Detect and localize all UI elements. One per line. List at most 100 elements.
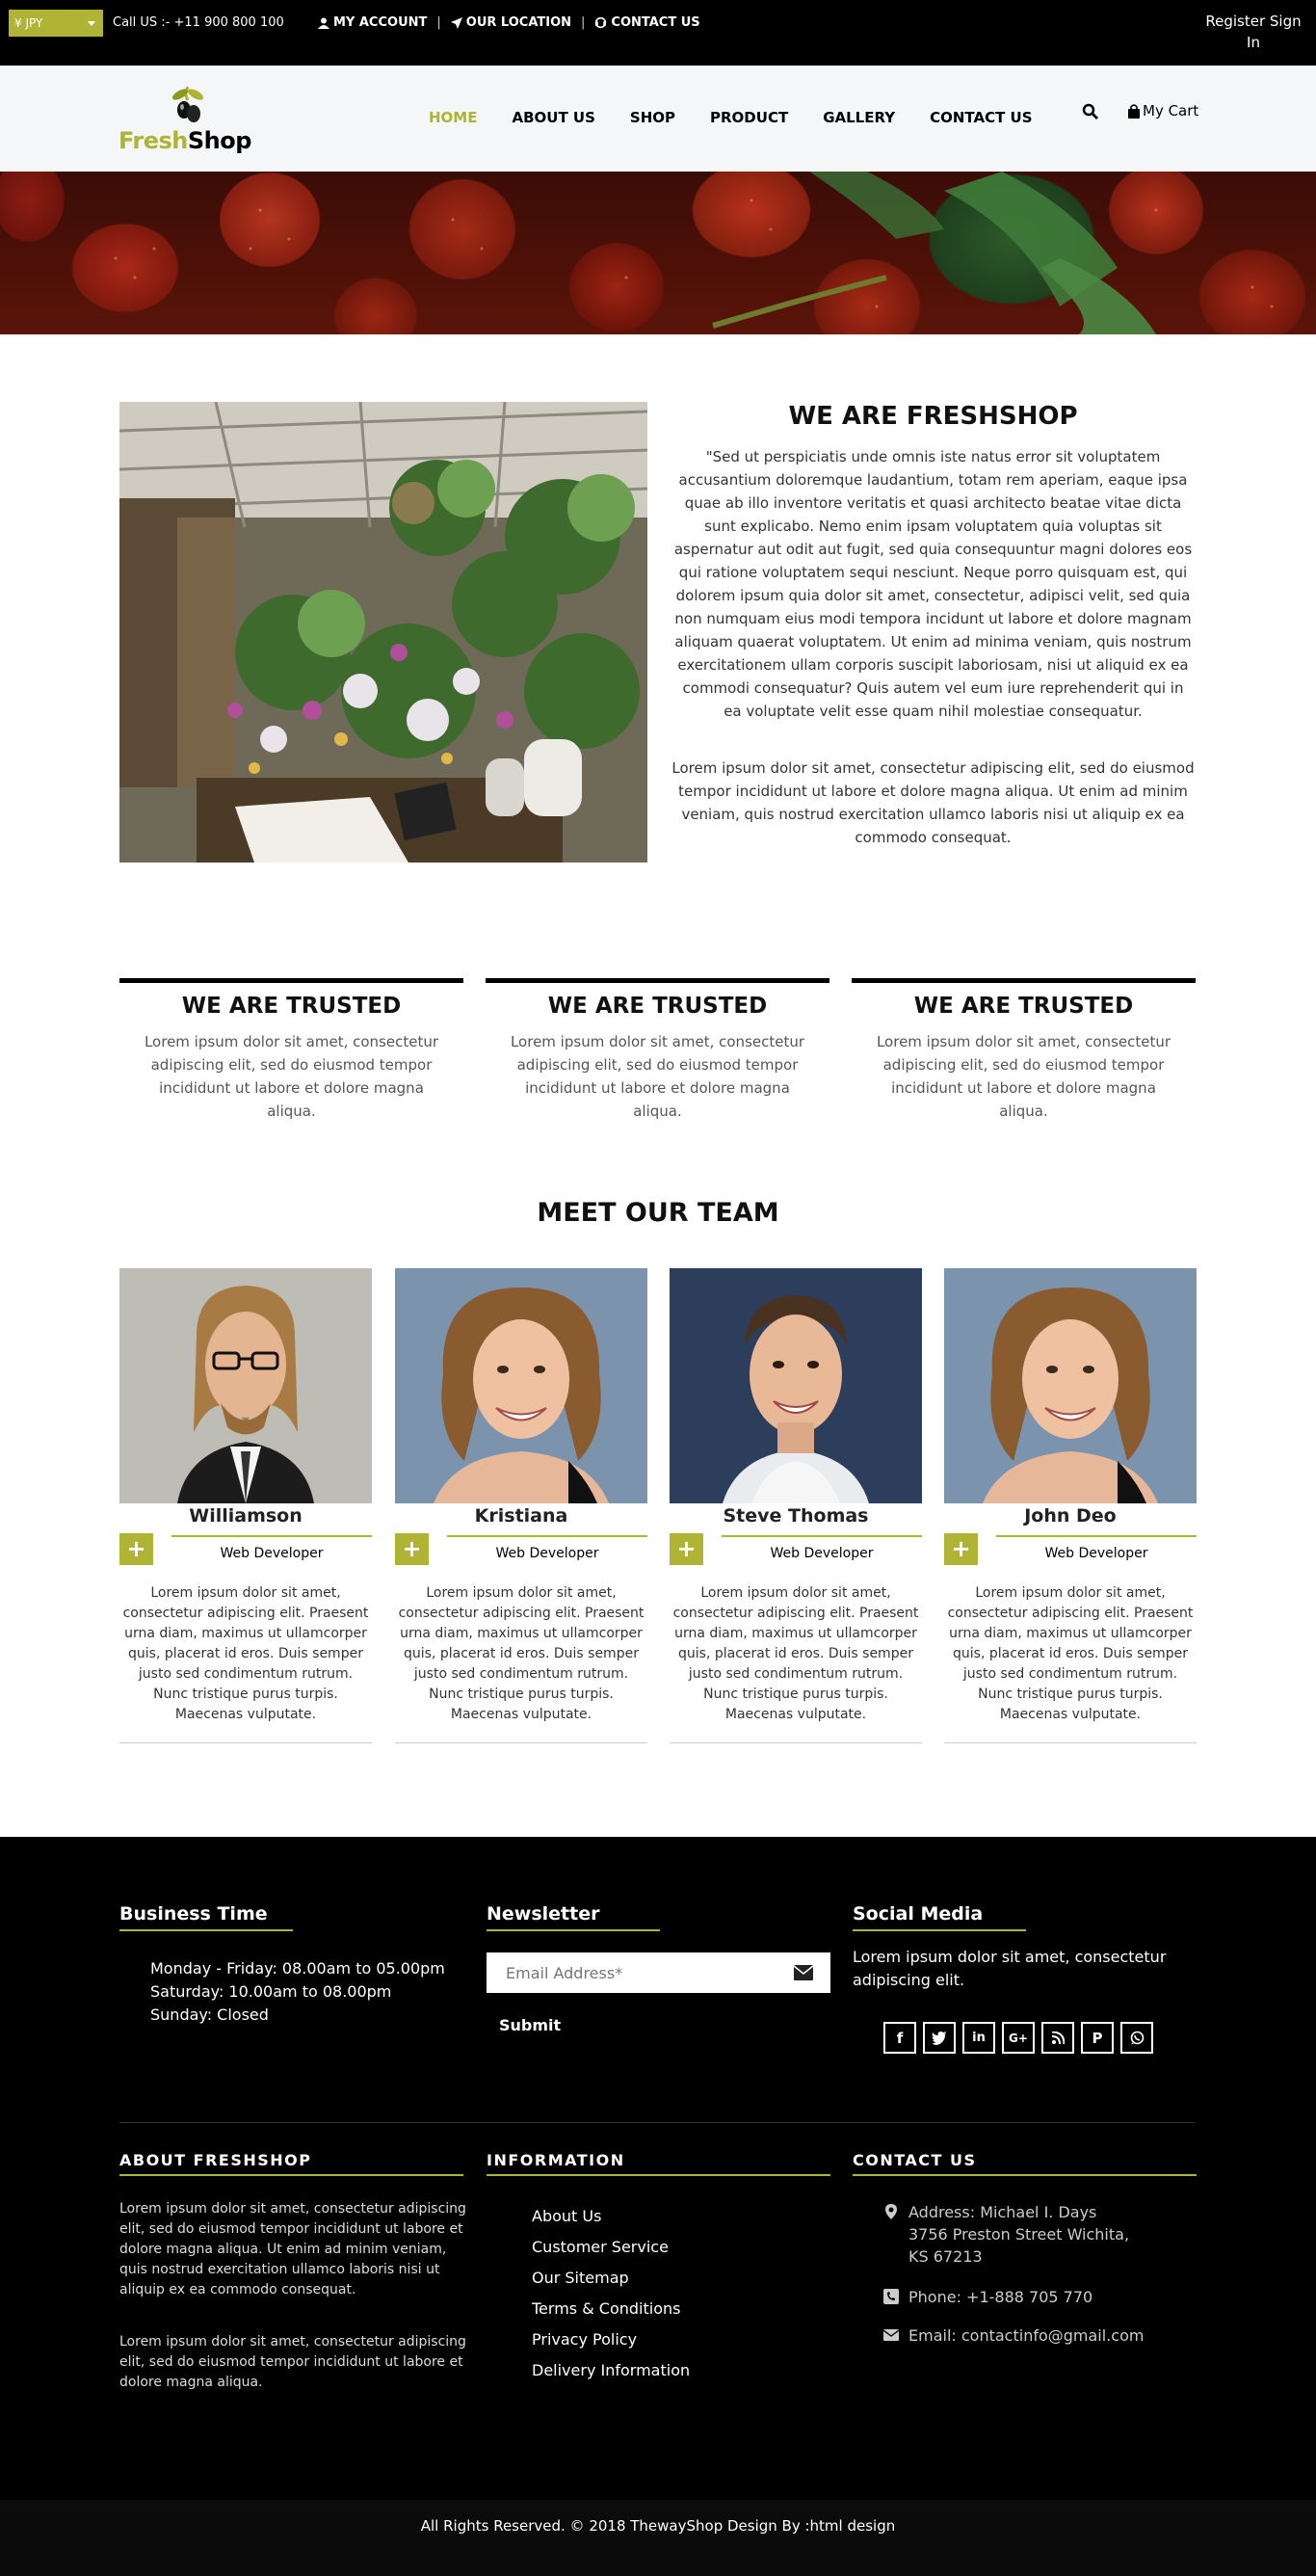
info-link-terms[interactable]: Terms & Conditions xyxy=(532,2294,690,2324)
linkedin-icon[interactable]: in xyxy=(962,2022,995,2054)
my-account-label: MY ACCOUNT xyxy=(333,15,428,30)
team-member-card: Kristiana + Web Developer Lorem ipsum do… xyxy=(395,1268,647,1744)
trusted-title: WE ARE TRUSTED xyxy=(547,994,768,1019)
shopping-bag-icon xyxy=(1128,103,1140,119)
top-links: MY ACCOUNT | OUR LOCATION | CONTACT US xyxy=(318,15,700,30)
member-role: Web Developer xyxy=(1044,1546,1148,1561)
email-input[interactable] xyxy=(487,1952,830,1993)
copyright-bar xyxy=(0,2500,1316,2576)
smiling-woman-photo xyxy=(944,1268,1197,1503)
info-link-delivery[interactable]: Delivery Information xyxy=(532,2355,690,2386)
member-name: Kristiana xyxy=(474,1505,568,1527)
currency-select[interactable]: ¥ JPY xyxy=(9,10,103,37)
nav-gallery[interactable]: GALLERY xyxy=(823,109,895,126)
envelope-icon xyxy=(794,1965,813,1980)
expand-plus-button[interactable]: + xyxy=(395,1533,429,1565)
facebook-icon[interactable]: f xyxy=(883,2022,916,2054)
man-with-glasses-photo xyxy=(119,1268,372,1503)
social-links: f in G+ P xyxy=(883,2022,1153,2054)
trusted-text: Lorem ipsum dolor sit amet, consectetur … xyxy=(876,1033,1171,1120)
search-icon[interactable] xyxy=(1081,102,1100,121)
divider xyxy=(447,1535,647,1537)
divider xyxy=(395,1742,647,1743)
whatsapp-icon[interactable] xyxy=(1120,2022,1153,2054)
information-heading: INFORMATION xyxy=(487,2151,625,2169)
divider xyxy=(487,2174,830,2176)
submit-button[interactable]: Submit xyxy=(487,2006,583,2043)
pinterest-icon[interactable]: P xyxy=(1081,2022,1114,2054)
phone-icon xyxy=(883,2289,899,2304)
strawberry-banner-image xyxy=(114,172,1274,334)
expand-plus-button[interactable]: + xyxy=(119,1533,153,1565)
contact-phone: Phone: +1-888 705 770 xyxy=(883,2286,1092,2308)
business-time-heading: Business Time xyxy=(119,1903,268,1925)
address-text: Address: Michael I. Days 3756 Preston St… xyxy=(908,2203,1130,2266)
call-us-text: Call US :- +11 900 800 100 xyxy=(113,15,284,30)
trusted-title: WE ARE TRUSTED xyxy=(913,994,1134,1019)
hours-weekday: Monday - Friday: 08.00am to 05.00pm xyxy=(150,1959,445,1978)
envelope-icon xyxy=(883,2329,899,2341)
site-footer: Business Time Monday - Friday: 08.00am t… xyxy=(0,1837,1316,2576)
hero-banner xyxy=(0,172,1316,334)
trusted-card: WE ARE TRUSTED Lorem ipsum dolor sit ame… xyxy=(486,978,829,1123)
member-role: Web Developer xyxy=(220,1546,324,1561)
register-link[interactable]: Register xyxy=(1205,13,1265,30)
chevron-down-icon xyxy=(88,21,95,26)
info-link-customer-service[interactable]: Customer Service xyxy=(532,2232,690,2263)
cart-label: My Cart xyxy=(1143,102,1199,120)
divider xyxy=(853,2174,1197,2176)
our-location-label: OUR LOCATION xyxy=(465,15,572,30)
nav-about-us[interactable]: ABOUT US xyxy=(512,109,594,126)
rss-icon[interactable] xyxy=(1041,2022,1074,2054)
phone-text: Phone: +1-888 705 770 xyxy=(908,2288,1093,2306)
divider xyxy=(670,1742,922,1743)
expand-plus-button[interactable]: + xyxy=(944,1533,978,1565)
member-role: Web Developer xyxy=(495,1546,599,1561)
divider xyxy=(119,1742,372,1743)
divider xyxy=(853,1929,1026,1931)
trusted-card: WE ARE TRUSTED Lorem ipsum dolor sit ame… xyxy=(119,978,463,1123)
about-paragraph-1: "Sed ut perspiciatis unde omnis iste nat… xyxy=(673,448,1193,720)
email-text[interactable]: Email: contactinfo@gmail.com xyxy=(908,2324,1144,2347)
hours-saturday: Saturday: 10.00am to 08.00pm xyxy=(150,1982,392,2001)
trusted-text: Lorem ipsum dolor sit amet, consectetur … xyxy=(144,1033,439,1120)
user-icon xyxy=(318,17,329,29)
info-link-sitemap[interactable]: Our Sitemap xyxy=(532,2263,690,2294)
member-name: John Deo xyxy=(1024,1505,1117,1527)
nav-contact-us[interactable]: CONTACT US xyxy=(930,109,1032,126)
info-link-privacy[interactable]: Privacy Policy xyxy=(532,2324,690,2355)
member-bio: Lorem ipsum dolor sit amet, consectetur … xyxy=(947,1585,1194,1722)
contact-us-label: CONTACT US xyxy=(611,15,700,30)
nav-shop[interactable]: SHOP xyxy=(630,109,675,126)
nav-product[interactable]: PRODUCT xyxy=(710,109,788,126)
about-title: WE ARE FRESHSHOP xyxy=(788,402,1078,431)
my-account-link[interactable]: MY ACCOUNT xyxy=(318,15,427,30)
expand-plus-button[interactable]: + xyxy=(670,1533,703,1565)
nav-home[interactable]: HOME xyxy=(429,109,477,126)
social-media-text: Lorem ipsum dolor sit amet, consectetur … xyxy=(853,1948,1167,1989)
divider xyxy=(996,1535,1197,1537)
map-marker-icon xyxy=(885,2204,897,2219)
smiling-man-photo xyxy=(670,1268,922,1503)
currency-value: ¥ JPY xyxy=(14,16,43,30)
social-media-heading: Social Media xyxy=(853,1903,984,1925)
logo[interactable]: FreshShop xyxy=(118,85,251,162)
twitter-icon[interactable] xyxy=(923,2022,956,2054)
copyright-text: All Rights Reserved. © 2018 ThewayShop D… xyxy=(420,2517,896,2535)
divider xyxy=(171,1535,372,1537)
member-name: Williamson xyxy=(189,1505,303,1527)
about-freshshop-heading: ABOUT FRESHSHOP xyxy=(119,2151,312,2169)
smiling-woman-photo xyxy=(395,1268,647,1503)
divider xyxy=(119,2174,463,2176)
member-bio: Lorem ipsum dolor sit amet, consectetur … xyxy=(398,1585,645,1722)
member-bio: Lorem ipsum dolor sit amet, consectetur … xyxy=(122,1585,369,1722)
greenhouse-flowers-image xyxy=(119,402,647,863)
information-links: About Us Customer Service Our Sitemap Te… xyxy=(532,2201,690,2386)
contact-us-link[interactable]: CONTACT US xyxy=(594,15,700,30)
google-plus-icon[interactable]: G+ xyxy=(1002,2022,1035,2054)
cart-button[interactable]: My Cart xyxy=(1127,102,1198,120)
team-member-card: John Deo + Web Developer Lorem ipsum dol… xyxy=(944,1268,1197,1744)
team-section-title: MEET OUR TEAM xyxy=(537,1198,779,1228)
our-location-link[interactable]: OUR LOCATION xyxy=(450,15,572,30)
info-link-about-us[interactable]: About Us xyxy=(532,2201,690,2232)
